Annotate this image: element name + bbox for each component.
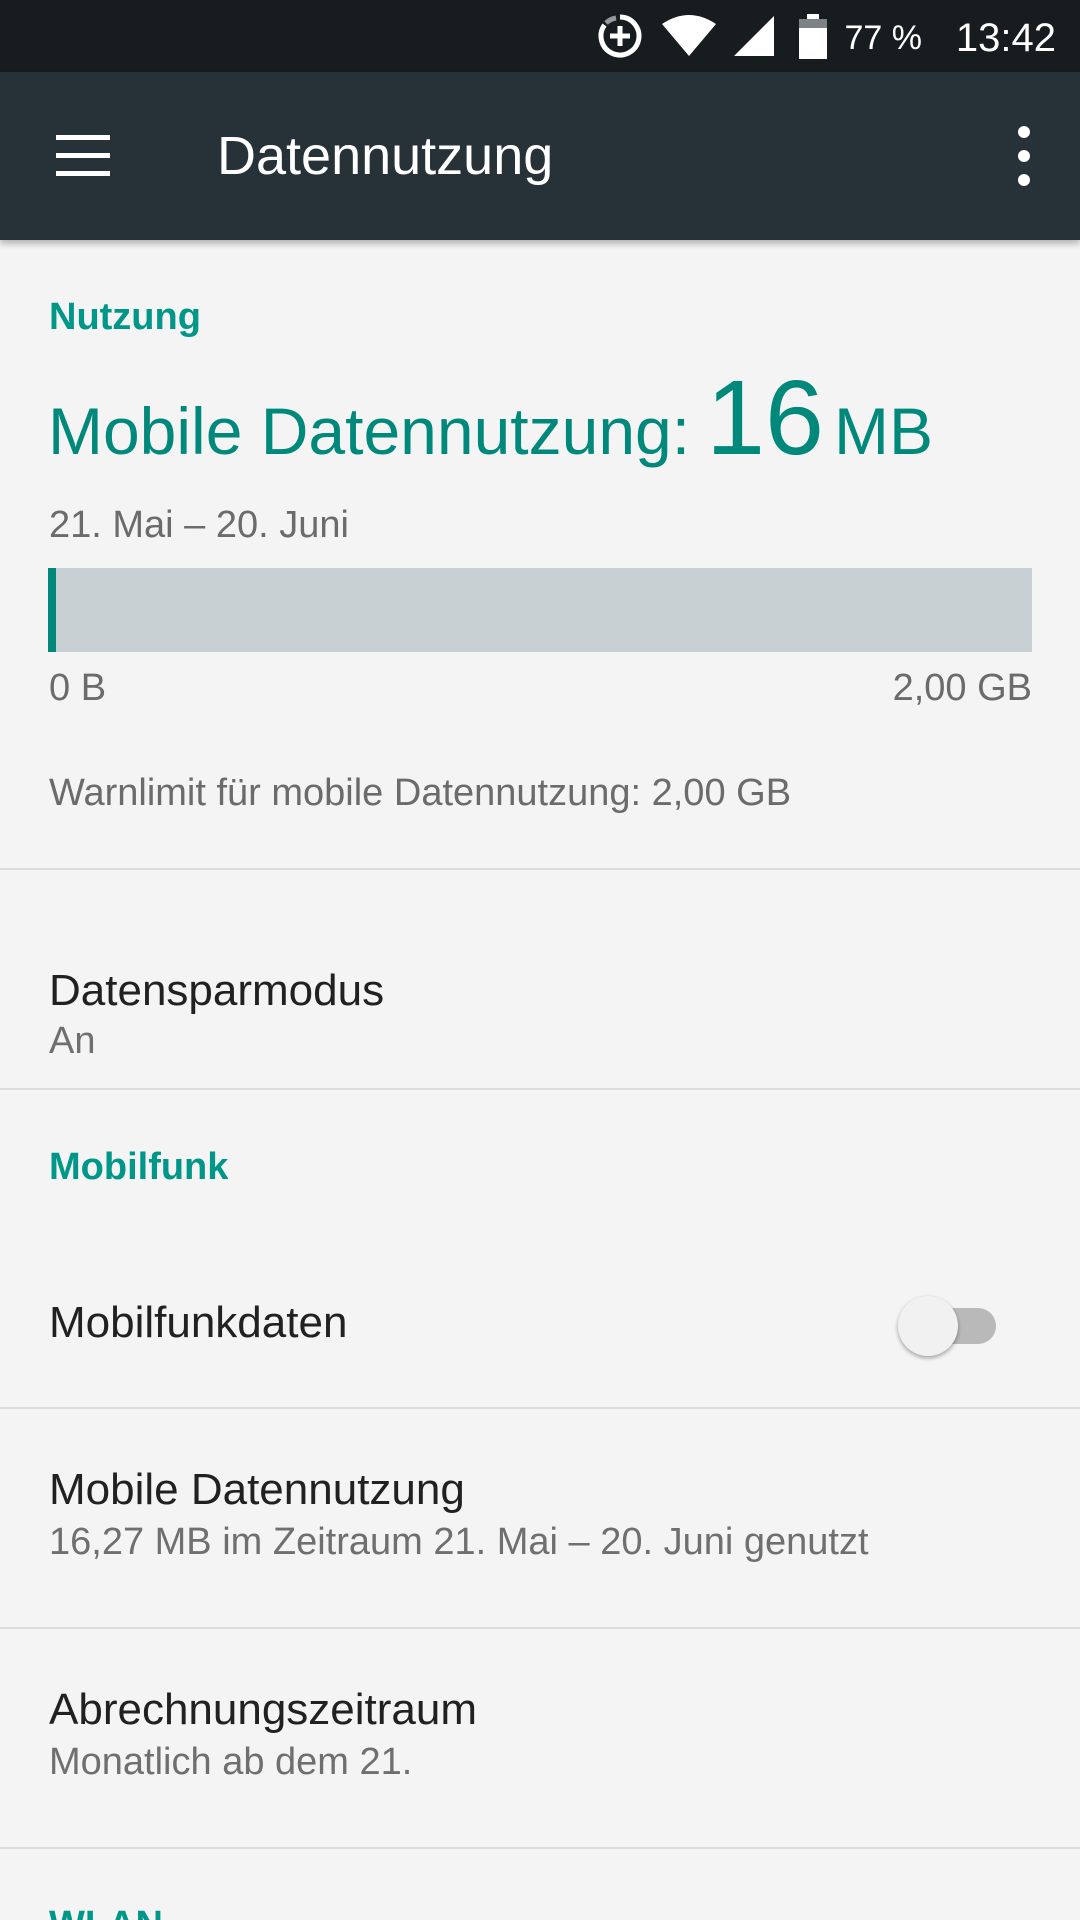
status-bar: 77 % 13:42 (0, 0, 1080, 72)
warning-limit-text: Warnlimit für mobile Datennutzung: 2,00 … (49, 772, 792, 814)
section-header-nutzung: Nutzung (49, 296, 201, 338)
mobile-data-item[interactable]: Mobilfunkdaten (0, 1220, 1080, 1388)
usage-headline: Mobile Datennutzung: 16 MB (48, 358, 933, 479)
billing-cycle-item[interactable]: Abrechnungszeitraum Monatlich ab dem 21. (0, 1629, 1080, 1847)
usage-bar-max-label: 2,00 GB (892, 667, 1032, 709)
billing-cycle-title: Abrechnungszeitraum (49, 1685, 478, 1734)
section-header-wlan: WLAN (49, 1904, 163, 1920)
data-saver-icon (596, 12, 644, 64)
usage-headline-value: 16 (706, 359, 824, 477)
mobile-data-toggle[interactable] (898, 1294, 1002, 1358)
mobile-data-title: Mobilfunkdaten (49, 1298, 348, 1347)
cell-signal-icon (732, 12, 776, 64)
app-bar: Datennutzung (0, 72, 1080, 240)
wifi-icon (660, 12, 718, 64)
hamburger-menu-icon[interactable] (36, 116, 132, 196)
page-title: Datennutzung (217, 126, 554, 186)
mobile-data-usage-summary: 16,27 MB im Zeitraum 21. Mai – 20. Juni … (49, 1521, 869, 1563)
usage-headline-label: Mobile Datennutzung: (48, 394, 691, 468)
toggle-thumb (898, 1296, 958, 1356)
divider (0, 1088, 1080, 1090)
usage-period: 21. Mai – 20. Juni (49, 504, 349, 546)
settings-content: Nutzung Mobile Datennutzung: 16 MB 21. Mai… (0, 240, 1080, 1920)
battery-percent: 77 % (844, 19, 923, 57)
clock: 13:42 (955, 16, 1056, 60)
data-saver-summary: An (49, 1020, 96, 1062)
data-saver-item[interactable]: Datensparmodus An (0, 870, 1080, 1088)
usage-progress-fill (48, 568, 56, 652)
mobile-data-usage-item[interactable]: Mobile Datennutzung 16,27 MB im Zeitraum… (0, 1409, 1080, 1627)
section-header-mobilfunk: Mobilfunk (49, 1146, 229, 1188)
battery-icon (798, 14, 828, 64)
billing-cycle-summary: Monatlich ab dem 21. (49, 1741, 413, 1783)
usage-bar-min-label: 0 B (49, 667, 107, 709)
more-vert-icon[interactable] (988, 116, 1060, 196)
divider (0, 1847, 1080, 1849)
mobile-data-usage-title: Mobile Datennutzung (49, 1465, 465, 1514)
data-saver-title: Datensparmodus (49, 966, 385, 1015)
usage-progress-bar (48, 568, 1032, 652)
usage-headline-unit: MB (834, 394, 933, 468)
